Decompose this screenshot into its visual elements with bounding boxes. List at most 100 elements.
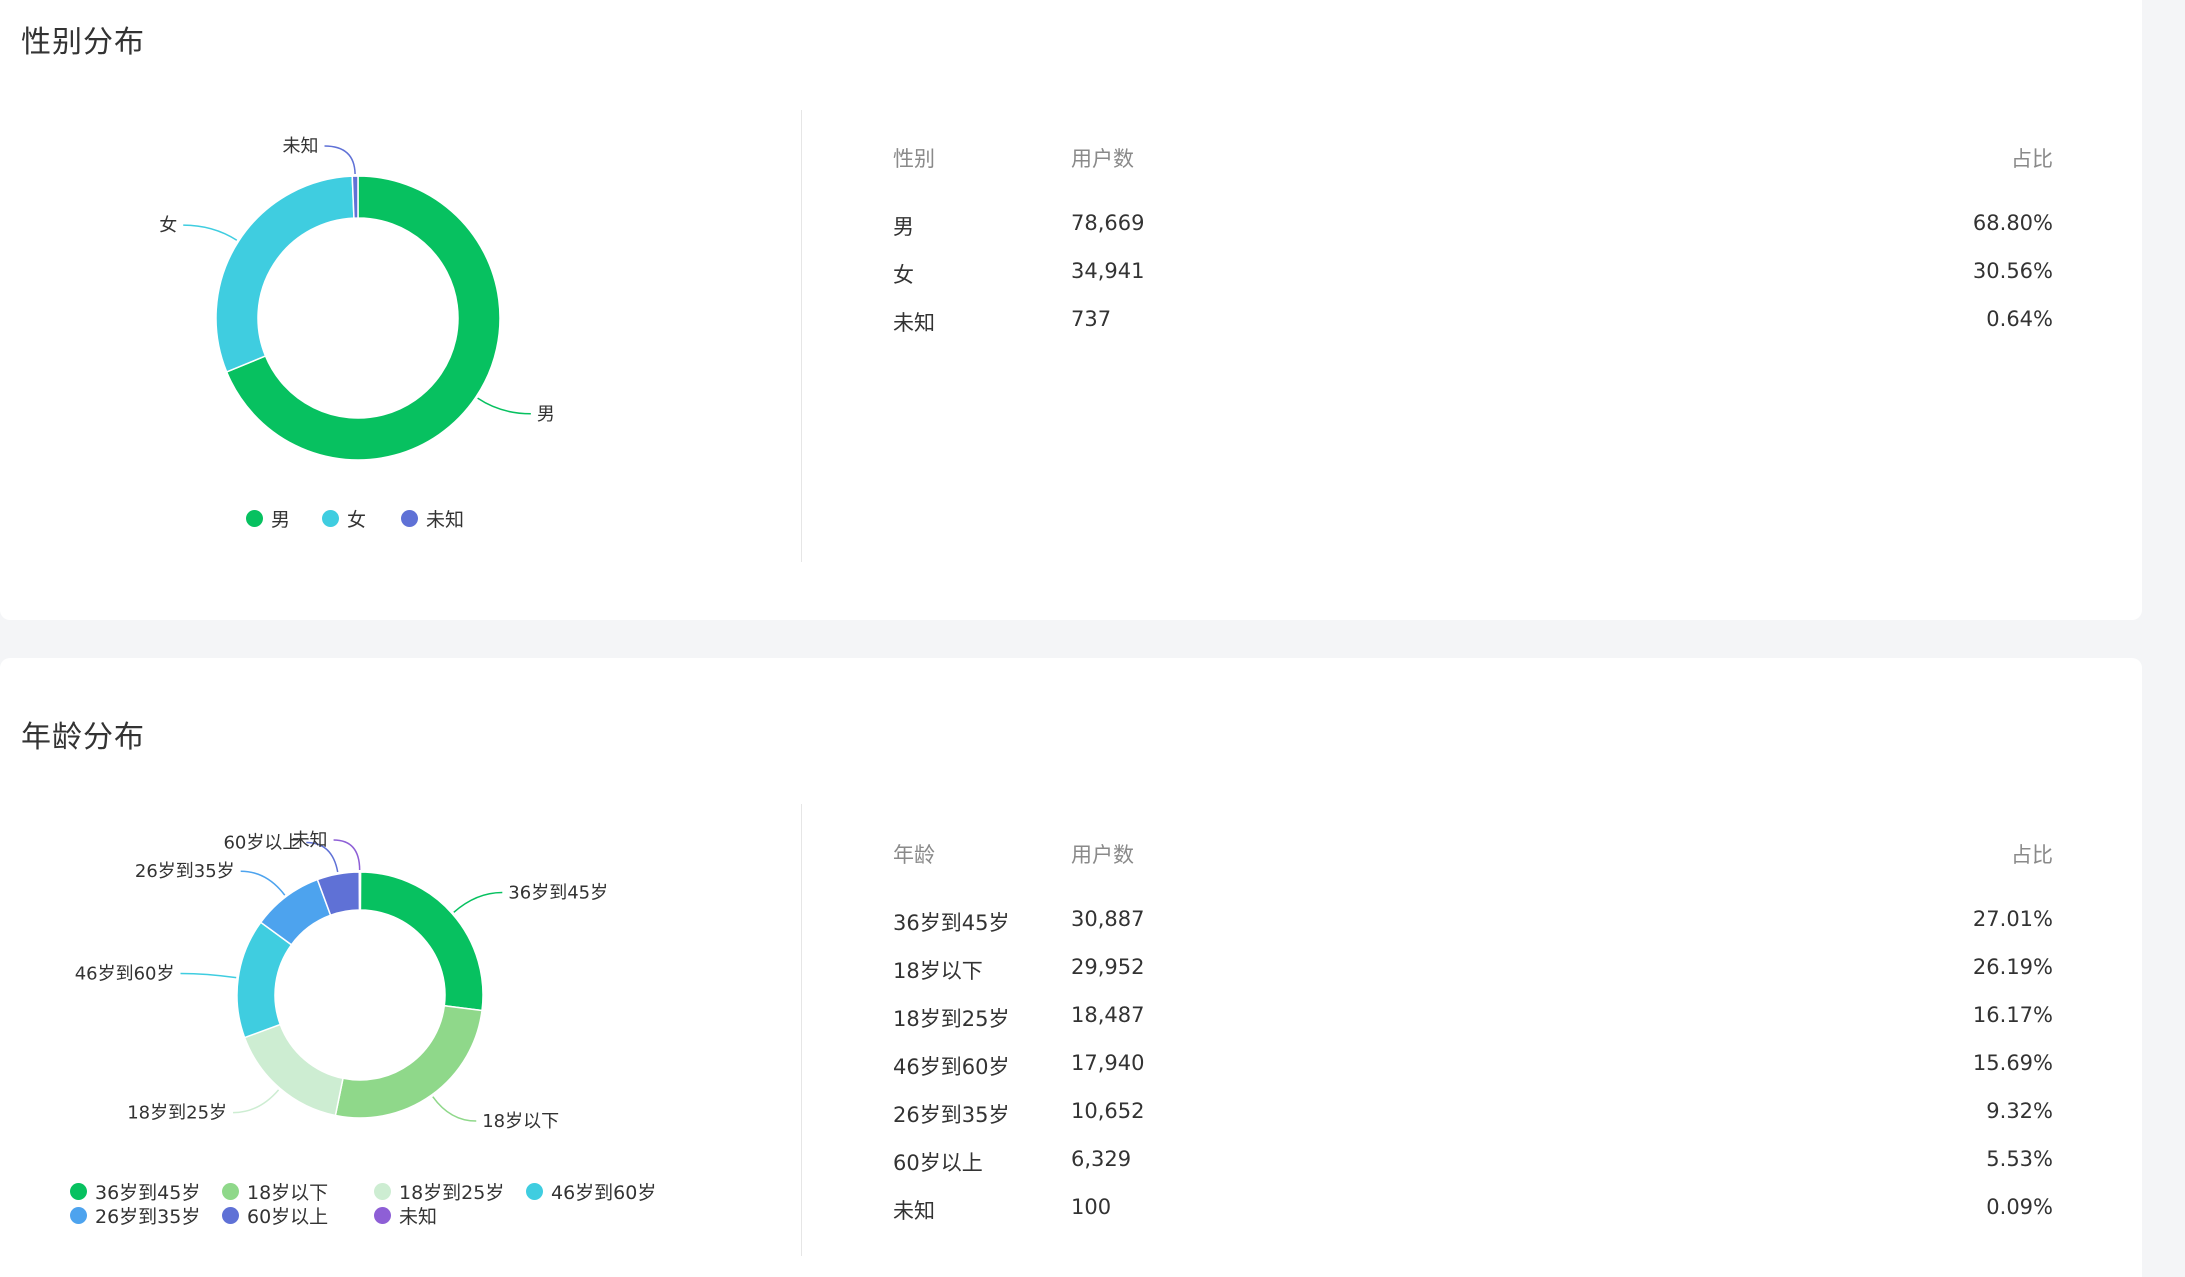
row-pct: 16.17%	[1972, 1003, 2053, 1027]
age-legend-dot-6	[374, 1207, 391, 1224]
row-label: 女	[893, 263, 914, 287]
age-slice-label-5: 60岁以上	[223, 832, 300, 853]
gender-legend-dot-2	[401, 510, 418, 527]
age-slice-label-2: 18岁到25岁	[127, 1103, 227, 1124]
gender-leader-line-1	[183, 224, 238, 241]
age-slice-1	[334, 1004, 483, 1119]
row-count: 100	[1071, 1195, 1112, 1219]
header-user-count: 用户数	[1071, 843, 1134, 867]
age-legend-item-1[interactable]: 18岁以下	[222, 1178, 328, 1205]
age-legend-label-4: 26岁到35岁	[95, 1206, 201, 1228]
row-pct: 0.09%	[1986, 1195, 2053, 1219]
gender-card: 性别分布 男女未知 男女未知 性别 用户数 占比 男 78,669 68.80%…	[0, 0, 2142, 620]
gender-leader-line-2	[324, 145, 356, 175]
table-row: 36岁到45岁 30,887 27.01%	[893, 907, 2053, 955]
age-legend-item-2[interactable]: 18岁到25岁	[374, 1178, 504, 1205]
age-legend-item-4[interactable]: 26岁到35岁	[70, 1202, 200, 1229]
age-table-header: 年龄 用户数 占比	[893, 839, 2053, 907]
age-slice-label-3: 46岁到60岁	[75, 963, 175, 984]
row-count: 29,952	[1071, 955, 1145, 979]
header-ratio: 占比	[2011, 147, 2053, 171]
row-label: 18岁到25岁	[893, 1007, 1010, 1031]
age-legend-dot-0	[70, 1183, 87, 1200]
gender-table-header: 性别 用户数 占比	[893, 143, 2053, 211]
age-legend-dot-5	[222, 1207, 239, 1224]
header-age: 年龄	[893, 843, 935, 867]
row-pct: 0.64%	[1986, 307, 2053, 331]
table-row: 18岁到25岁 18,487 16.17%	[893, 1003, 2053, 1051]
gender-divider	[801, 110, 802, 562]
age-slice-label-1: 18岁以下	[482, 1111, 559, 1132]
gender-legend-dot-1	[322, 510, 339, 527]
row-count: 10,652	[1071, 1099, 1145, 1123]
age-slice-2	[243, 1023, 344, 1117]
row-pct: 27.01%	[1972, 907, 2053, 931]
age-card: 年龄分布 36岁到45岁 18岁以下 18岁到25岁 46岁到60岁 26岁到35岁 60…	[0, 658, 2142, 1277]
age-slice-6	[358, 871, 362, 911]
row-count: 30,887	[1071, 907, 1145, 931]
age-divider	[801, 804, 802, 1256]
row-label: 男	[893, 215, 914, 239]
row-label: 60岁以上	[893, 1151, 983, 1175]
gender-donut-chart: 男 女 未知	[159, 136, 555, 461]
table-row: 60岁以上 6,329 5.53%	[893, 1147, 2053, 1195]
row-count: 34,941	[1071, 259, 1145, 283]
age-leader-line-2	[233, 1089, 280, 1114]
table-row: 26岁到35岁 10,652 9.32%	[893, 1099, 2053, 1147]
gender-slice-1	[215, 175, 355, 373]
age-legend-item-5[interactable]: 60岁以上	[222, 1202, 328, 1229]
row-pct: 26.19%	[1972, 955, 2053, 979]
age-slice-label-6: 未知	[292, 830, 328, 851]
gender-legend-item-1[interactable]: 女	[322, 505, 366, 532]
gender-legend-item-0[interactable]: 男	[246, 505, 290, 532]
row-label: 26岁到35岁	[893, 1103, 1010, 1127]
table-row: 未知 100 0.09%	[893, 1195, 2053, 1243]
row-label: 46岁到60岁	[893, 1055, 1010, 1079]
age-legend-label-3: 46岁到60岁	[551, 1182, 657, 1204]
row-label: 未知	[893, 1199, 935, 1223]
age-slice-0	[359, 871, 484, 1012]
age-leader-line-1	[432, 1096, 477, 1122]
age-slice-label-4: 26岁到35岁	[135, 861, 235, 882]
header-user-count: 用户数	[1071, 147, 1134, 171]
gender-legend-label-1: 女	[347, 509, 367, 531]
row-pct: 30.56%	[1972, 259, 2053, 283]
table-row: 未知 737 0.64%	[893, 307, 2053, 355]
row-count: 6,329	[1071, 1147, 1132, 1171]
row-label: 36岁到45岁	[893, 911, 1010, 935]
age-leader-line-3	[180, 972, 237, 979]
gender-table: 性别 用户数 占比 男 78,669 68.80% 女 34,941 30.56…	[893, 143, 2053, 355]
age-legend-label-5: 60岁以上	[247, 1206, 329, 1228]
age-legend-dot-2	[374, 1183, 391, 1200]
header-gender: 性别	[893, 147, 935, 171]
age-table: 年龄 用户数 占比 36岁到45岁 30,887 27.01% 18岁以下 29…	[893, 839, 2053, 1243]
gender-slice-label-1: 女	[159, 215, 177, 236]
age-legend-label-2: 18岁到25岁	[399, 1182, 505, 1204]
row-pct: 68.80%	[1972, 211, 2053, 235]
table-row: 女 34,941 30.56%	[893, 259, 2053, 307]
age-legend-item-0[interactable]: 36岁到45岁	[70, 1178, 200, 1205]
gender-legend-label-2: 未知	[426, 509, 465, 531]
age-slice-label-0: 36岁到45岁	[508, 883, 608, 904]
age-legend-dot-3	[526, 1183, 543, 1200]
age-legend-label-1: 18岁以下	[247, 1182, 329, 1204]
row-label: 未知	[893, 311, 935, 335]
age-legend-label-6: 未知	[399, 1206, 438, 1228]
table-row: 男 78,669 68.80%	[893, 211, 2053, 259]
table-row: 18岁以下 29,952 26.19%	[893, 955, 2053, 1003]
age-legend-dot-4	[70, 1207, 87, 1224]
age-legend-label-0: 36岁到45岁	[95, 1182, 201, 1204]
table-row: 46岁到60岁 17,940 15.69%	[893, 1051, 2053, 1099]
gender-slice-label-0: 男	[537, 404, 555, 425]
header-ratio: 占比	[2011, 843, 2053, 867]
row-count: 18,487	[1071, 1003, 1145, 1027]
gender-legend-item-2[interactable]: 未知	[401, 505, 464, 532]
gender-slice-2	[351, 175, 359, 219]
age-legend-dot-1	[222, 1183, 239, 1200]
row-label: 18岁以下	[893, 959, 983, 983]
gender-legend-dot-0	[246, 510, 263, 527]
row-count: 17,940	[1071, 1051, 1145, 1075]
row-count: 737	[1071, 307, 1112, 331]
age-legend-item-6[interactable]: 未知	[374, 1202, 437, 1229]
age-legend-item-3[interactable]: 46岁到60岁	[526, 1178, 656, 1205]
